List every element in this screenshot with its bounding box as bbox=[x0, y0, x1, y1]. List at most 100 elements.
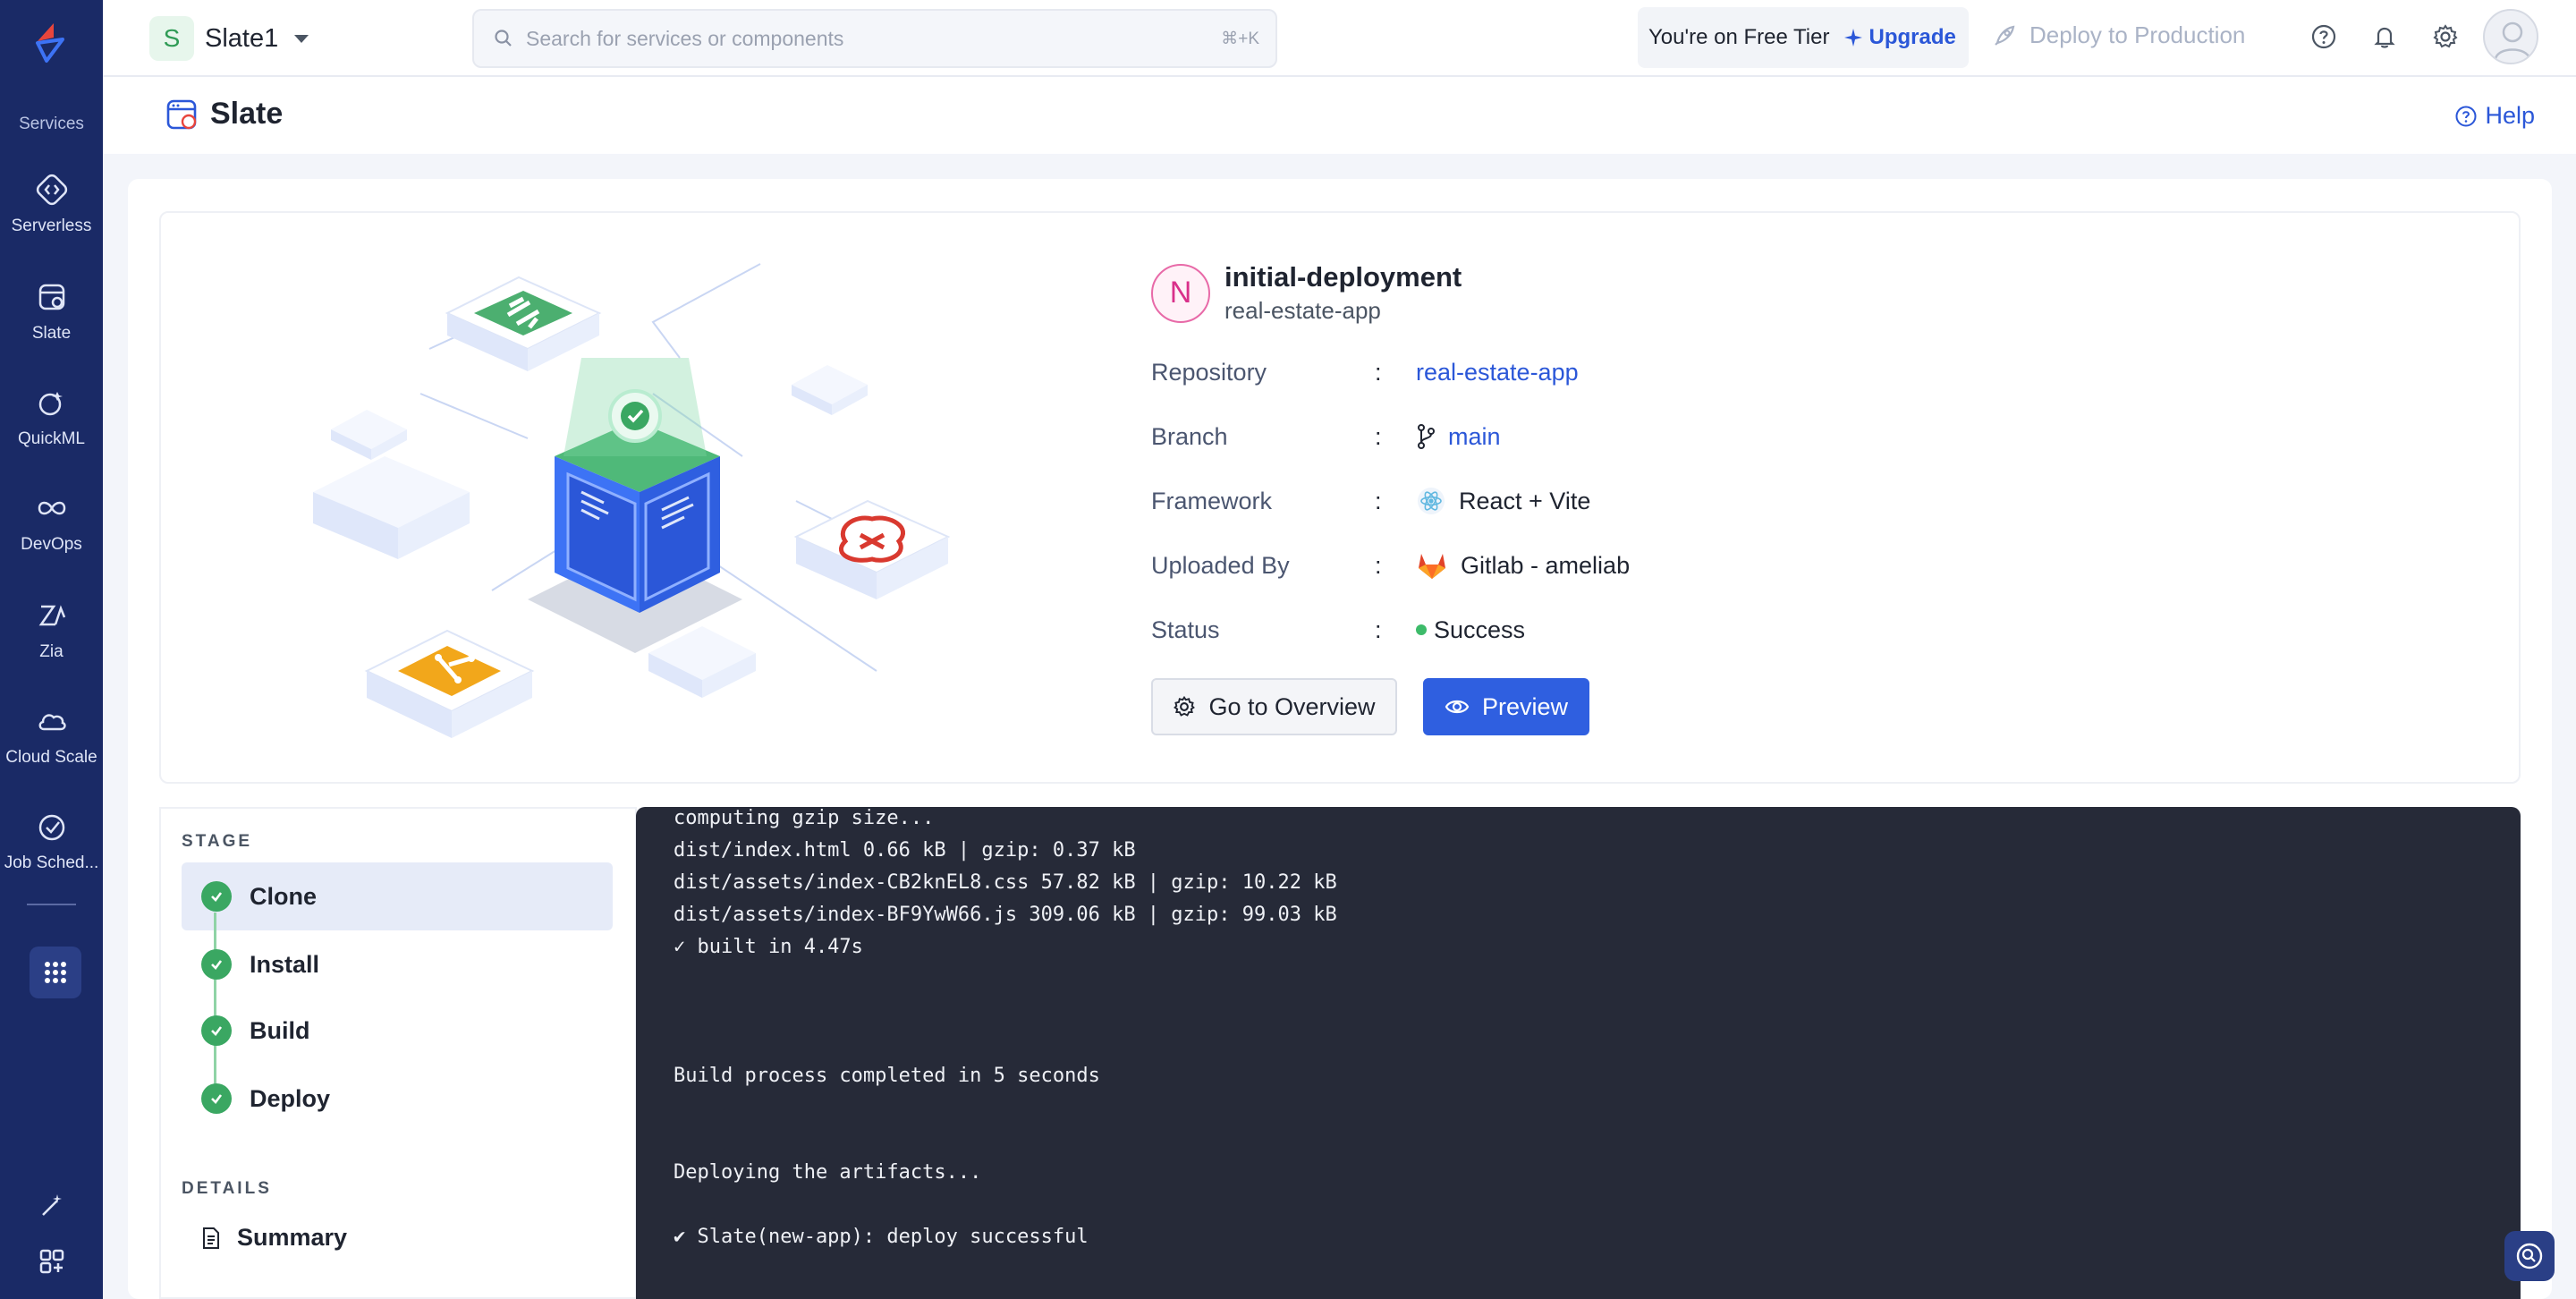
log-line: ✓ built in 4.47s bbox=[674, 936, 863, 958]
serverless-icon bbox=[32, 170, 72, 209]
log-line: dist/index.html 0.66 kB | gzip: 0.37 kB bbox=[674, 839, 1136, 862]
help-link[interactable]: Help bbox=[2454, 102, 2535, 130]
deployment-illustration bbox=[313, 263, 951, 738]
status-dot-icon bbox=[1416, 624, 1427, 635]
sidebar-item-cloud-scale[interactable]: Cloud Scale bbox=[0, 701, 103, 800]
project-switcher[interactable]: S Slate1 bbox=[149, 16, 309, 61]
search-input[interactable] bbox=[526, 26, 1206, 51]
preview-button[interactable]: Preview bbox=[1423, 678, 1589, 735]
rocket-icon bbox=[1995, 25, 2015, 46]
go-to-overview-button[interactable]: Go to Overview bbox=[1151, 678, 1397, 735]
sidebar-item-serverless[interactable]: Serverless bbox=[0, 170, 103, 268]
stage-connector bbox=[214, 913, 216, 1100]
git-tile bbox=[364, 629, 535, 738]
sidebar: Services Serverless Slate QuickML DevOps… bbox=[0, 0, 103, 1299]
sidebar-divider bbox=[27, 904, 76, 905]
build-log-console[interactable]: computing gzip size... dist/index.html 0… bbox=[636, 807, 2521, 1299]
deployment-avatar: N bbox=[1151, 263, 1210, 323]
avatar[interactable] bbox=[2483, 9, 2538, 64]
sync-tile bbox=[445, 276, 602, 371]
gear-icon bbox=[1174, 695, 1196, 717]
job-scheduling-icon bbox=[32, 807, 72, 846]
stage-deploy[interactable]: Deploy bbox=[182, 1065, 613, 1133]
check-circle-icon bbox=[201, 1083, 232, 1114]
sidebar-item-devops[interactable]: DevOps bbox=[0, 488, 103, 587]
sidebar-item-quickml[interactable]: QuickML bbox=[0, 383, 103, 481]
branch-value[interactable]: main bbox=[1416, 423, 1501, 451]
summary-label: Summary bbox=[237, 1224, 348, 1251]
search-assistant-icon bbox=[2516, 1243, 2543, 1269]
page-title-text: Slate bbox=[210, 97, 284, 131]
svelte-tile bbox=[793, 499, 951, 599]
upgrade-label: Upgrade bbox=[1868, 25, 1956, 49]
document-icon bbox=[203, 1227, 219, 1249]
summary-link[interactable]: Summary bbox=[201, 1224, 347, 1252]
stage-build[interactable]: Build bbox=[182, 997, 613, 1065]
upgrade-link[interactable]: Upgrade bbox=[1843, 25, 1956, 50]
chevron-down-icon bbox=[294, 34, 309, 43]
assistant-search-button[interactable] bbox=[2504, 1231, 2555, 1281]
framework-row: Framework : React + Vite bbox=[1151, 483, 1590, 519]
sidebar-item-label: DevOps bbox=[21, 535, 82, 554]
deploy-box bbox=[528, 358, 742, 653]
add-widget-icon[interactable] bbox=[34, 1244, 70, 1279]
stage-install[interactable]: Install bbox=[182, 930, 613, 998]
zia-icon bbox=[32, 596, 72, 635]
git-branch-icon bbox=[1418, 424, 1435, 449]
details-section-title: DETAILS bbox=[182, 1179, 272, 1198]
devops-icon bbox=[32, 488, 72, 528]
magic-wand-icon[interactable] bbox=[34, 1188, 70, 1224]
preview-label: Preview bbox=[1481, 692, 1569, 720]
help-circle-icon[interactable] bbox=[2305, 18, 2343, 55]
sidebar-item-label: Slate bbox=[31, 324, 72, 343]
check-circle-icon bbox=[201, 1015, 232, 1046]
detail-label: Repository bbox=[1151, 358, 1267, 386]
stage-label: Install bbox=[250, 950, 320, 978]
deployment-header: N initial-deployment real-estate-app bbox=[1151, 261, 1462, 325]
help-circle-icon bbox=[2455, 106, 2477, 126]
log-line: ✔ Slate(new-app): deploy successful bbox=[674, 1226, 1089, 1248]
stage-clone[interactable]: Clone bbox=[182, 862, 613, 930]
check-circle-icon bbox=[201, 881, 232, 912]
status-badge: Success bbox=[1416, 616, 1525, 644]
branch-name: main bbox=[1448, 422, 1501, 450]
uploaded-by-value: Gitlab - ameliab bbox=[1416, 550, 1630, 581]
services-section-label: Services bbox=[19, 115, 84, 133]
help-label: Help bbox=[2485, 102, 2535, 129]
log-line: Build process completed in 5 seconds bbox=[674, 1065, 1100, 1087]
tile-right-top bbox=[792, 365, 868, 415]
sidebar-item-job-scheduling[interactable]: Job Sched... bbox=[0, 807, 103, 905]
detail-label: Branch bbox=[1151, 422, 1228, 450]
sidebar-item-label: Zia bbox=[39, 642, 64, 661]
uploader-name: Gitlab - ameliab bbox=[1461, 551, 1631, 579]
search-bar[interactable]: ⌘+K bbox=[472, 9, 1277, 68]
sidebar-item-slate[interactable]: Slate bbox=[0, 277, 103, 376]
apps-grid-icon[interactable] bbox=[30, 947, 81, 998]
branch-row: Branch : main bbox=[1151, 422, 1501, 451]
overview-label: Go to Overview bbox=[1208, 692, 1376, 720]
repository-link[interactable]: real-estate-app bbox=[1416, 359, 1579, 386]
deploy-to-production-button[interactable]: Deploy to Production bbox=[1992, 21, 2245, 49]
sparkle-icon bbox=[1844, 29, 1863, 47]
sidebar-item-zia[interactable]: Zia bbox=[0, 596, 103, 694]
check-circle-icon bbox=[201, 949, 232, 980]
deploy-label: Deploy to Production bbox=[2029, 21, 2246, 48]
sidebar-item-label: QuickML bbox=[18, 429, 85, 448]
framework-name: React + Vite bbox=[1459, 487, 1591, 514]
repository-row: Repository : real-estate-app bbox=[1151, 358, 1579, 386]
eye-icon bbox=[1445, 700, 1470, 714]
search-icon bbox=[495, 30, 512, 47]
bell-icon[interactable] bbox=[2366, 18, 2403, 55]
log-line: computing gzip size... bbox=[674, 807, 935, 829]
detail-label: Framework bbox=[1151, 487, 1273, 514]
tile-left bbox=[331, 410, 407, 460]
deployment-name: initial-deployment bbox=[1224, 261, 1462, 293]
gitlab-icon bbox=[1419, 554, 1445, 579]
sidebar-item-label: Job Sched... bbox=[4, 853, 99, 872]
gear-icon[interactable] bbox=[2427, 18, 2464, 55]
status-row: Status : Success bbox=[1151, 616, 1526, 644]
status-text: Success bbox=[1434, 616, 1526, 643]
catalyst-logo-icon[interactable] bbox=[27, 18, 75, 66]
stage-section-title: STAGE bbox=[182, 832, 253, 851]
cloud-scale-icon bbox=[32, 701, 72, 741]
